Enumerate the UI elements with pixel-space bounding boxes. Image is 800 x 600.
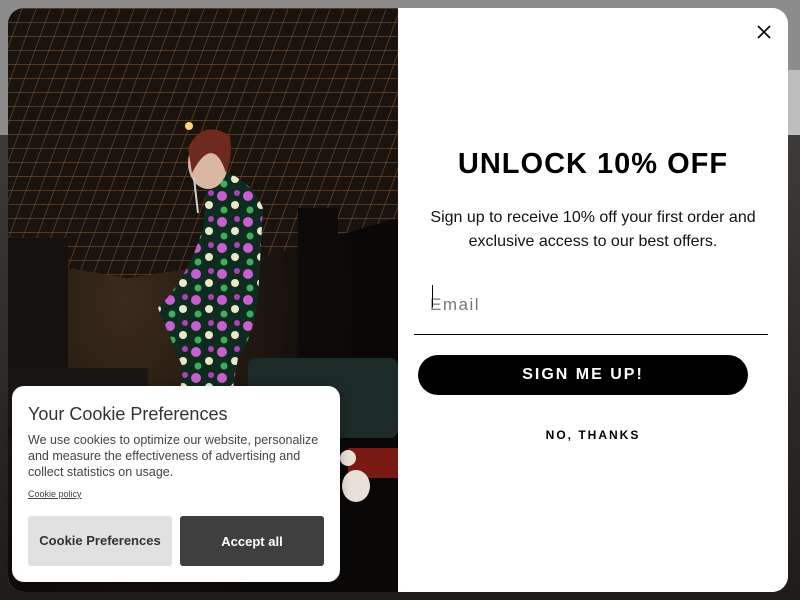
cookie-description: We use cookies to optimize our website, … [28,433,319,479]
cookie-preferences-button[interactable]: Cookie Preferences [28,516,172,566]
promo-headline: UNLOCK 10% OFF [457,148,729,180]
email-field[interactable] [414,276,768,335]
no-thanks-link[interactable]: NO, THANKS [398,428,788,442]
sign-me-up-button[interactable]: SIGN ME UP! [418,355,748,395]
cookie-banner: Your Cookie Preferences We use cookies t… [12,386,340,582]
signup-form: UNLOCK 10% OFF Sign up to receive 10% of… [398,8,788,592]
accept-all-button[interactable]: Accept all [180,516,324,566]
close-icon [757,25,771,39]
cookie-policy-link[interactable]: Cookie policy [28,489,82,499]
close-button[interactable] [752,20,776,44]
promo-subtext: Sign up to receive 10% off your first or… [430,209,756,250]
cookie-title: Your Cookie Preferences [28,404,228,424]
text-caret [432,285,433,307]
page-scrollbar [788,70,800,135]
